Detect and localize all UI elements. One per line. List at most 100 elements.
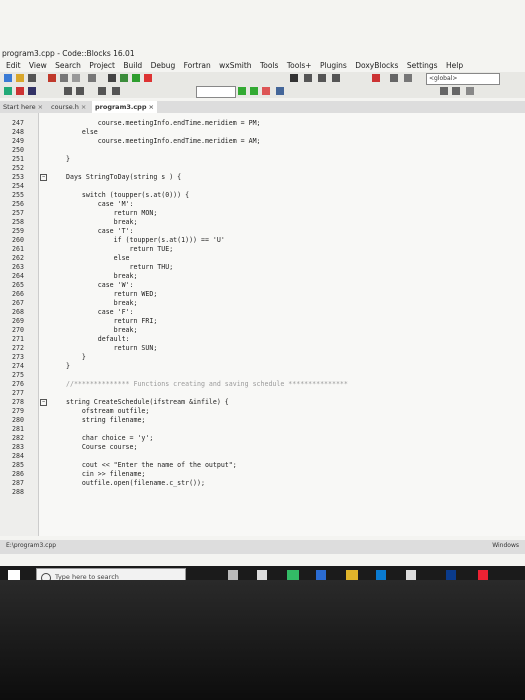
new-file-icon[interactable]: [4, 74, 12, 82]
code-line[interactable]: 273 }: [0, 353, 525, 362]
code-line[interactable]: 266 return WED;: [0, 290, 525, 299]
code-line[interactable]: − 253 Days StringToDay(string s ) {: [0, 173, 525, 182]
save-icon[interactable]: [28, 74, 36, 82]
code-line[interactable]: 287 outfile.open(filename.c_str());: [0, 479, 525, 488]
code-line[interactable]: 251}: [0, 155, 525, 164]
code-line[interactable]: 275: [0, 371, 525, 380]
step-icon[interactable]: [304, 74, 312, 82]
code-line[interactable]: 265 case 'W':: [0, 281, 525, 290]
code-line[interactable]: 252: [0, 164, 525, 173]
info-icon[interactable]: [404, 74, 412, 82]
fold-toggle-icon[interactable]: −: [40, 174, 47, 181]
menu-search[interactable]: Search: [55, 60, 81, 72]
code-line[interactable]: 264 break;: [0, 272, 525, 281]
code-line[interactable]: 269 return FRI;: [0, 317, 525, 326]
code-line[interactable]: 257 return MON;: [0, 209, 525, 218]
code-line[interactable]: 285 cout << "Enter the name of the outpu…: [0, 461, 525, 470]
open-file-icon[interactable]: [16, 74, 24, 82]
code-line[interactable]: 271 default:: [0, 335, 525, 344]
case-icon[interactable]: [112, 87, 120, 95]
code-line[interactable]: 268 case 'F':: [0, 308, 525, 317]
build-icon[interactable]: [120, 74, 128, 82]
code-line[interactable]: 249 course.meetingInfo.endTime.meridiem …: [0, 137, 525, 146]
code-line[interactable]: 281: [0, 425, 525, 434]
code-line[interactable]: 260 if (toupper(s.at(1))) == 'U': [0, 236, 525, 245]
close-icon[interactable]: ×: [81, 103, 86, 111]
comment-icon[interactable]: [28, 87, 36, 95]
nba-icon[interactable]: [446, 570, 456, 580]
code-line[interactable]: 274}: [0, 362, 525, 371]
arrow-back-icon[interactable]: [238, 87, 246, 95]
find-icon[interactable]: [88, 74, 96, 82]
settings-icon[interactable]: [108, 74, 116, 82]
debug-stop-icon[interactable]: [372, 74, 380, 82]
highlight-icon[interactable]: [64, 87, 72, 95]
netflix-icon[interactable]: [406, 570, 416, 580]
code-line[interactable]: 282 char choice = 'y';: [0, 434, 525, 443]
fold-toggle-icon[interactable]: −: [40, 399, 47, 406]
task-manager-icon[interactable]: [257, 570, 267, 580]
cut-icon[interactable]: [48, 74, 56, 82]
file-explorer-icon[interactable]: [346, 570, 358, 580]
code-line[interactable]: 259 case 'T':: [0, 227, 525, 236]
menu-settings[interactable]: Settings: [407, 60, 438, 72]
code-line[interactable]: 256 case 'M':: [0, 200, 525, 209]
run-icon[interactable]: [132, 74, 140, 82]
bookmark-icon[interactable]: [16, 87, 24, 95]
menu-edit[interactable]: Edit: [6, 60, 21, 72]
spell-icon[interactable]: [466, 87, 474, 95]
scope-selector[interactable]: <global>: [426, 73, 500, 85]
tab-course-h[interactable]: course.h ×: [48, 101, 89, 113]
codeblocks-task-icon[interactable]: [287, 570, 299, 580]
code-line[interactable]: 247 course.meetingInfo.endTime.meridiem …: [0, 119, 525, 128]
menu-view[interactable]: View: [29, 60, 47, 72]
menu-doxyblocks[interactable]: DoxyBlocks: [355, 60, 398, 72]
code-line[interactable]: 288: [0, 488, 525, 497]
menu-plugins[interactable]: Plugins: [320, 60, 347, 72]
code-line[interactable]: − 278 string CreateSchedule(ifstream &infi…: [0, 398, 525, 407]
windows-start-icon[interactable]: [8, 570, 20, 580]
code-line[interactable]: 261 return TUE;: [0, 245, 525, 254]
menu-help[interactable]: Help: [446, 60, 463, 72]
code-line[interactable]: 272 return SUN;: [0, 344, 525, 353]
opera-icon[interactable]: [478, 570, 488, 580]
select-icon[interactable]: [76, 87, 84, 95]
copy-icon[interactable]: [60, 74, 68, 82]
code-line[interactable]: 263 return THU;: [0, 263, 525, 272]
tab-program3-cpp[interactable]: program3.cpp ×: [92, 101, 157, 113]
arrow-forward-icon[interactable]: [250, 87, 258, 95]
code-line[interactable]: 280 string filename;: [0, 416, 525, 425]
taskbar-search[interactable]: Type here to search: [36, 568, 186, 580]
zoom-icon[interactable]: [440, 87, 448, 95]
debug-run-icon[interactable]: [290, 74, 298, 82]
code-line[interactable]: 277: [0, 389, 525, 398]
tab-start-here[interactable]: Start here ×: [0, 101, 46, 113]
doxygen-icon[interactable]: [276, 87, 284, 95]
menu-wxsmith[interactable]: wxSmith: [219, 60, 251, 72]
code-line[interactable]: 250: [0, 146, 525, 155]
match-icon[interactable]: [98, 87, 106, 95]
close-icon[interactable]: ×: [149, 103, 154, 111]
step-into-icon[interactable]: [318, 74, 326, 82]
jump-back-icon[interactable]: [4, 87, 12, 95]
code-line[interactable]: 262 else: [0, 254, 525, 263]
menu-tools[interactable]: Tools: [260, 60, 278, 72]
menu-build[interactable]: Build: [123, 60, 142, 72]
menu-project[interactable]: Project: [89, 60, 115, 72]
step-out-icon[interactable]: [332, 74, 340, 82]
code-line[interactable]: 284: [0, 452, 525, 461]
stop-icon[interactable]: [144, 74, 152, 82]
code-line[interactable]: 248 else: [0, 128, 525, 137]
store-icon[interactable]: [376, 570, 386, 580]
code-line[interactable]: 276 //************** Functions creating a…: [0, 380, 525, 389]
search-icon[interactable]: [452, 87, 460, 95]
menu-debug[interactable]: Debug: [151, 60, 176, 72]
edge-icon[interactable]: [316, 570, 326, 580]
menu-tools-plus[interactable]: Tools+: [287, 60, 312, 72]
code-line[interactable]: 255 switch (toupper(s.at(0))) {: [0, 191, 525, 200]
code-line[interactable]: 254: [0, 182, 525, 191]
code-line[interactable]: 267 break;: [0, 299, 525, 308]
task-view-icon[interactable]: [228, 570, 238, 580]
debug-windows-icon[interactable]: [390, 74, 398, 82]
code-completion-box[interactable]: [196, 86, 236, 98]
